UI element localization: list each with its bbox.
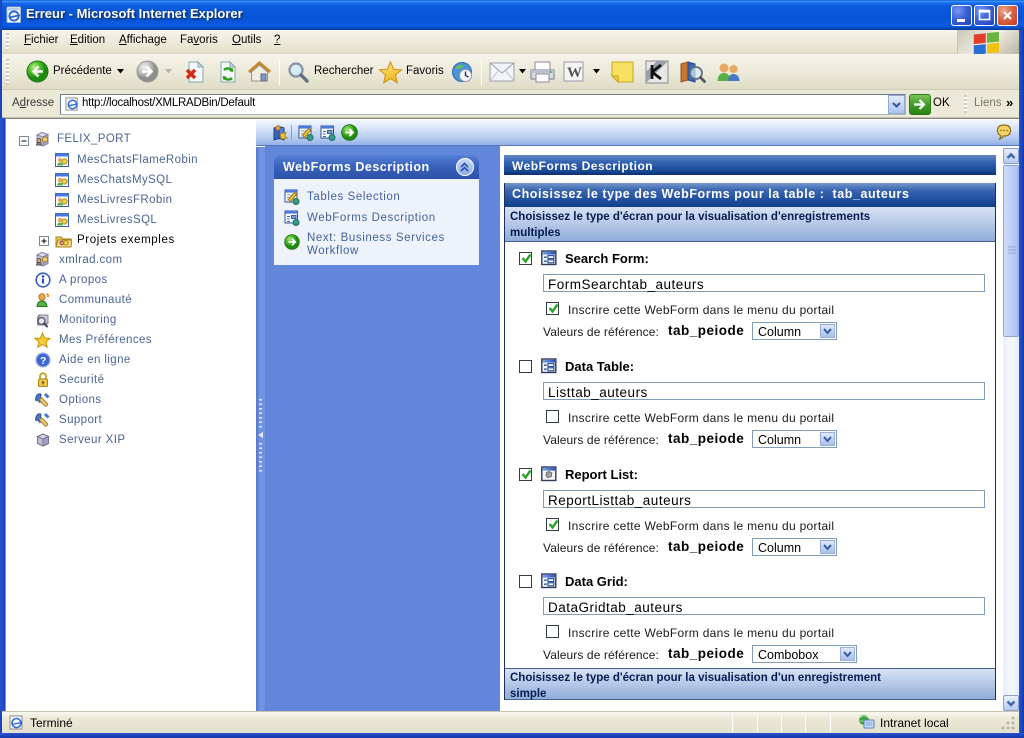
svg-text:?: ? <box>40 355 46 367</box>
svg-text:W: W <box>567 65 582 81</box>
